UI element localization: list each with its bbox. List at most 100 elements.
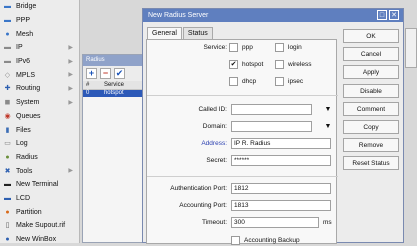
- menu-item-log[interactable]: ▭ Log: [0, 137, 79, 151]
- ok-button[interactable]: OK: [343, 29, 399, 43]
- tab-status[interactable]: Status: [182, 27, 213, 39]
- remove-button[interactable]: Remove: [343, 138, 399, 152]
- table-header: # Service: [83, 81, 151, 90]
- menu-item-queues[interactable]: ◉ Queues: [0, 110, 79, 124]
- comment-button[interactable]: Comment: [343, 102, 399, 116]
- enable-button[interactable]: ✔: [114, 68, 125, 79]
- background-window-edge: [405, 28, 417, 68]
- radius-toolbar: + − ✔: [83, 66, 151, 81]
- supout-icon: ▯: [5, 222, 10, 230]
- menu-item-label: Bridge: [16, 3, 37, 11]
- auth-port-field[interactable]: 1812: [231, 183, 331, 194]
- menu-item-label: System: [16, 99, 40, 107]
- table-row[interactable]: 0 hotspot: [83, 89, 151, 97]
- add-button[interactable]: +: [86, 68, 97, 79]
- domain-dropdown-icon[interactable]: ▼: [323, 123, 333, 130]
- service-ipsec-label: ipsec: [288, 78, 304, 85]
- menu-item-label: IPv6: [16, 58, 31, 66]
- menu-item-system[interactable]: ◼ System ▶: [0, 96, 79, 110]
- main-menu: ▬ Bridge ▬ PPP ● Mesh ▬ IP ▶ ▬ IPv6 ▶ ◇ MPLS ▶ ✚ R…: [0, 0, 80, 243]
- service-dhcp-label: dhcp: [242, 78, 257, 85]
- called-id-field[interactable]: [231, 104, 312, 115]
- checkbox-box: [275, 77, 284, 86]
- menu-item-ipv6[interactable]: ▬ IPv6 ▶: [0, 55, 79, 69]
- acct-port-field[interactable]: 1813: [231, 200, 331, 211]
- menu-item-ppp[interactable]: ▬ PPP: [0, 14, 79, 28]
- new-radius-server-dialog: New Radius Server □ ✕ General Status Ser…: [142, 8, 404, 245]
- submenu-arrow-icon: ▶: [68, 58, 73, 65]
- accounting-backup-checkbox[interactable]: Accounting Backup: [231, 236, 300, 245]
- column-header-number[interactable]: #: [83, 81, 101, 90]
- menu-item-label: Files: [16, 126, 31, 134]
- menu-item-radius[interactable]: ● Radius: [0, 151, 79, 165]
- menu-item-label: Radius: [16, 153, 38, 161]
- files-icon: ▮: [5, 126, 10, 134]
- radius-table: # Service 0 hotspot: [83, 81, 151, 97]
- close-icon[interactable]: ✕: [389, 10, 399, 20]
- service-login-checkbox[interactable]: login: [275, 43, 302, 52]
- apply-button[interactable]: Apply: [343, 65, 399, 79]
- service-ppp-checkbox[interactable]: ppp: [229, 43, 253, 52]
- checkbox-box: [229, 43, 238, 52]
- checkbox-box: [229, 77, 238, 86]
- bridge-icon: ▬: [4, 3, 11, 11]
- ip-icon: ▬: [4, 44, 11, 52]
- service-wireless-checkbox[interactable]: wireless: [275, 60, 311, 69]
- menu-item-partition[interactable]: ● Partition: [0, 205, 79, 219]
- menu-item-tools[interactable]: ✖ Tools ▶: [0, 164, 79, 178]
- partition-icon: ●: [5, 208, 10, 216]
- menu-item-lcd[interactable]: ▬ LCD: [0, 192, 79, 206]
- menu-item-label: IP: [16, 44, 23, 52]
- radius-window-title: Radius: [83, 55, 151, 66]
- menu-item-label: Log: [16, 140, 28, 148]
- disable-button[interactable]: Disable: [343, 84, 399, 98]
- lcd-icon: ▬: [4, 194, 11, 202]
- called-id-dropdown-icon[interactable]: ▼: [323, 106, 333, 113]
- address-field[interactable]: IP R. Radius: [231, 138, 331, 149]
- menu-item-make-supout[interactable]: ▯ Make Supout.rif: [0, 219, 79, 233]
- service-hotspot-label: hotspot: [242, 61, 264, 68]
- service-ipsec-checkbox[interactable]: ipsec: [275, 77, 303, 86]
- ppp-icon: ▬: [4, 17, 11, 25]
- checkbox-box: [275, 43, 284, 52]
- menu-item-files[interactable]: ▮ Files: [0, 123, 79, 137]
- secret-field[interactable]: ******: [231, 155, 331, 166]
- dialog-title-bar[interactable]: New Radius Server □ ✕: [143, 9, 403, 22]
- menu-item-bridge[interactable]: ▬ Bridge: [0, 0, 79, 14]
- menu-item-mpls[interactable]: ◇ MPLS ▶: [0, 68, 79, 82]
- check-icon: ✔: [229, 60, 238, 69]
- separator: [147, 176, 338, 177]
- service-dhcp-checkbox[interactable]: dhcp: [229, 77, 256, 86]
- menu-item-routing[interactable]: ✚ Routing ▶: [0, 82, 79, 96]
- submenu-arrow-icon: ▶: [68, 72, 73, 79]
- menu-item-label: New Terminal: [16, 181, 59, 189]
- ipv6-icon: ▬: [4, 58, 11, 66]
- domain-field[interactable]: [231, 121, 312, 132]
- queues-icon: ◉: [4, 112, 11, 120]
- service-login-label: login: [288, 44, 302, 51]
- row-number: 0: [83, 89, 101, 97]
- copy-button[interactable]: Copy: [343, 120, 399, 134]
- address-label: Address:: [201, 140, 227, 147]
- acct-port-label: Accounting Port:: [179, 202, 227, 209]
- secret-label: Secret:: [206, 157, 227, 164]
- menu-item-ip[interactable]: ▬ IP ▶: [0, 41, 79, 55]
- terminal-icon: ▬: [4, 181, 11, 189]
- service-wireless-label: wireless: [288, 61, 312, 68]
- menu-item-label: Queues: [16, 112, 41, 120]
- separator: [147, 95, 338, 96]
- tools-icon: ✖: [4, 167, 11, 175]
- timeout-field[interactable]: 300: [231, 217, 319, 228]
- remove-button[interactable]: −: [100, 68, 111, 79]
- restore-icon[interactable]: □: [377, 10, 387, 20]
- reset-status-button[interactable]: Reset Status: [343, 156, 399, 170]
- log-icon: ▭: [4, 140, 11, 148]
- system-icon: ◼: [4, 99, 11, 107]
- called-id-label: Called ID:: [198, 106, 227, 113]
- menu-item-label: Mesh: [16, 30, 34, 38]
- menu-item-new-terminal[interactable]: ▬ New Terminal: [0, 178, 79, 192]
- menu-item-new-winbox[interactable]: ● New WinBox: [0, 233, 79, 246]
- cancel-button[interactable]: Cancel: [343, 47, 399, 61]
- menu-item-mesh[interactable]: ● Mesh: [0, 27, 79, 41]
- service-hotspot-checkbox[interactable]: ✔ hotspot: [229, 60, 263, 69]
